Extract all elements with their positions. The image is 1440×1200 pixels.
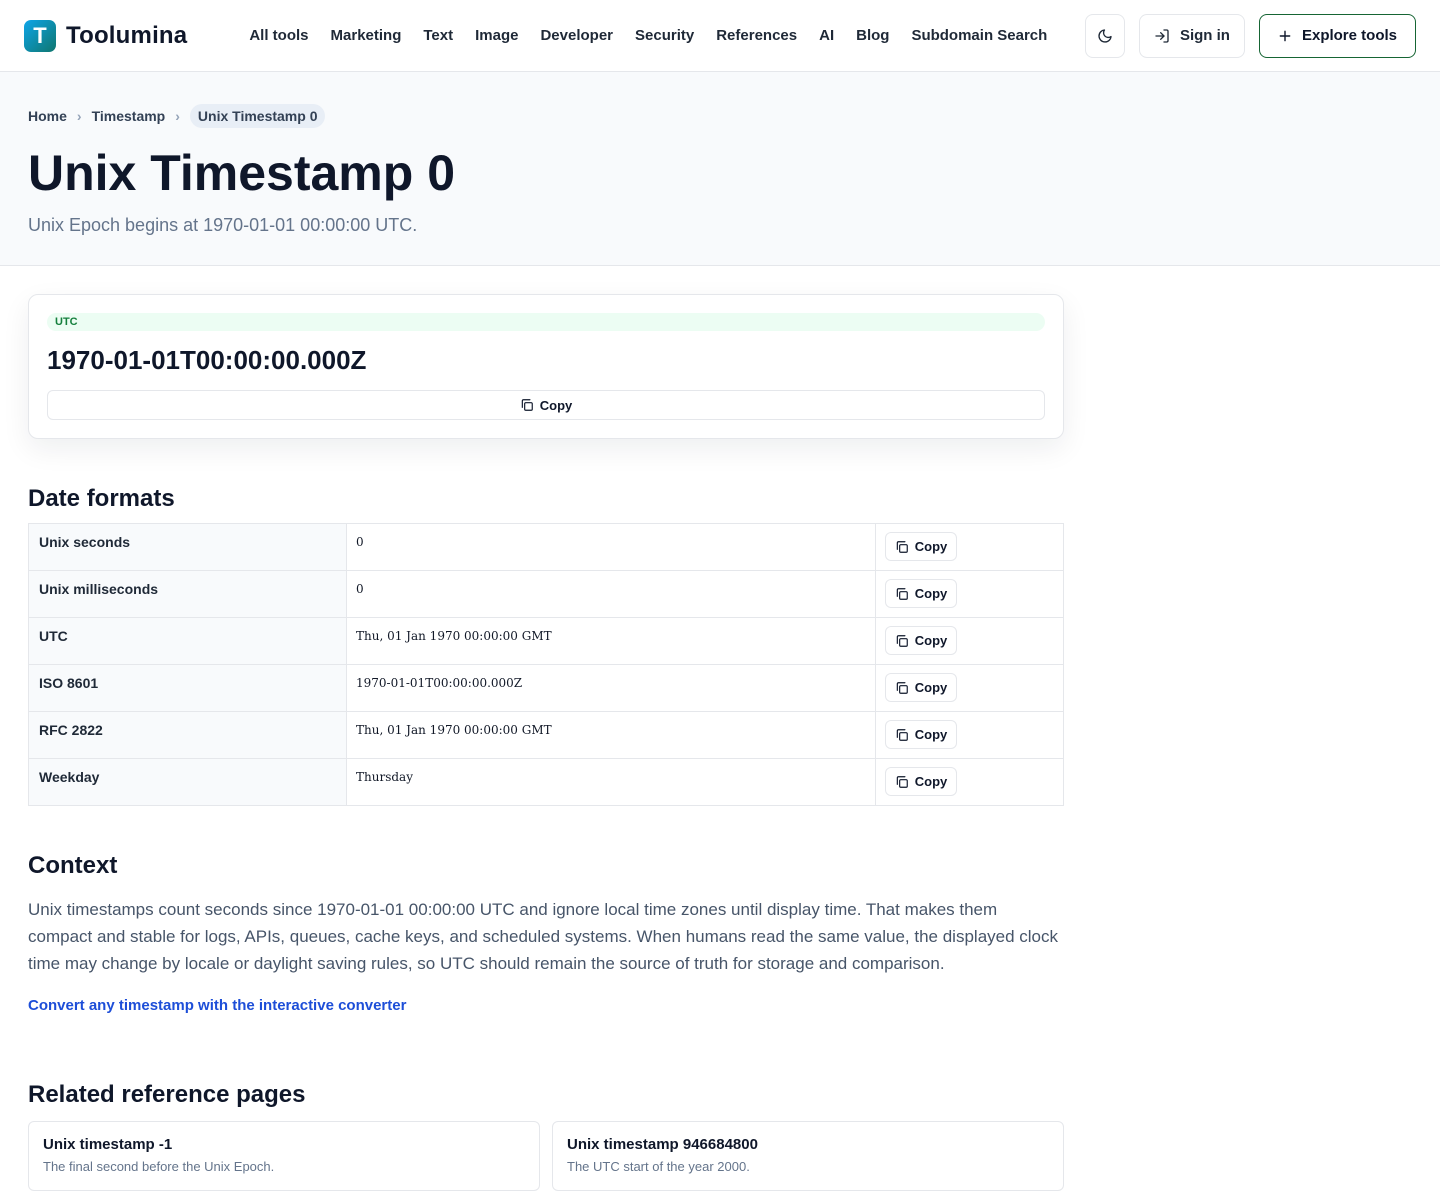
copy-label: Copy: [914, 586, 948, 601]
explore-tools-label: Explore tools: [1301, 27, 1397, 44]
main-content: UTC 1970-01-01T00:00:00.000Z Copy Date f…: [0, 266, 1092, 1191]
copy-label: Copy: [914, 774, 948, 789]
related-card-title: Unix timestamp 946684800: [567, 1136, 758, 1153]
copy-label: Copy: [539, 397, 573, 413]
nav-all-tools[interactable]: All tools: [249, 27, 308, 44]
nav-subdomain-search[interactable]: Subdomain Search: [911, 27, 1047, 44]
breadcrumb-home[interactable]: Home: [28, 108, 67, 124]
format-label: Unix milliseconds: [28, 570, 347, 618]
table-row: Unix milliseconds 0 Copy: [28, 570, 1064, 618]
format-label: UTC: [28, 617, 347, 665]
nav-image[interactable]: Image: [475, 27, 518, 44]
breadcrumb-current: Unix Timestamp 0: [189, 104, 326, 128]
brand[interactable]: T Toolumina: [24, 19, 188, 52]
format-label: ISO 8601: [28, 664, 347, 712]
copy-unix-milliseconds-button[interactable]: Copy: [885, 579, 957, 608]
sign-in-button[interactable]: Sign in: [1138, 13, 1245, 58]
copy-icon: [895, 728, 909, 742]
copy-unix-seconds-button[interactable]: Copy: [885, 532, 957, 561]
date-formats-title: Date formats: [28, 485, 175, 512]
format-label: Unix seconds: [28, 523, 347, 571]
copy-icon: [895, 775, 909, 789]
related-card[interactable]: Unix timestamp 946684800 The UTC start o…: [552, 1121, 1064, 1191]
nav-blog[interactable]: Blog: [856, 27, 889, 44]
copy-iso-8601-button[interactable]: Copy: [885, 673, 957, 702]
copy-rfc-2822-button[interactable]: Copy: [885, 720, 957, 749]
chevron-right-icon: ›: [175, 108, 180, 124]
copy-icon: [895, 634, 909, 648]
nav-security[interactable]: Security: [635, 27, 694, 44]
utc-value: 1970-01-01T00:00:00.000Z: [47, 345, 367, 375]
main-nav: All tools Marketing Text Image Developer…: [249, 27, 1047, 44]
copy-weekday-button[interactable]: Copy: [885, 767, 957, 796]
table-row: ISO 8601 1970-01-01T00:00:00.000Z Copy: [28, 664, 1064, 712]
context-title: Context: [28, 852, 118, 879]
brand-name: Toolumina: [66, 21, 188, 49]
nav-references[interactable]: References: [716, 27, 797, 44]
format-value: 1970-01-01T00:00:00.000Z: [346, 664, 876, 712]
sign-in-label: Sign in: [1179, 27, 1230, 44]
table-row: Weekday Thursday Copy: [28, 758, 1064, 806]
page-title: Unix Timestamp 0: [28, 145, 456, 201]
nav-marketing[interactable]: Marketing: [331, 27, 402, 44]
format-label: RFC 2822: [28, 711, 347, 759]
utc-badge: UTC: [47, 313, 1045, 331]
nav-text[interactable]: Text: [423, 27, 453, 44]
utc-card: UTC 1970-01-01T00:00:00.000Z Copy: [28, 294, 1064, 439]
site-header: T Toolumina All tools Marketing Text Ima…: [0, 0, 1440, 72]
format-value: Thu, 01 Jan 1970 00:00:00 GMT: [346, 711, 876, 759]
format-value: 0: [346, 570, 876, 618]
sign-in-icon: [1154, 28, 1170, 44]
format-value: 0: [346, 523, 876, 571]
theme-toggle-button[interactable]: [1084, 13, 1125, 58]
copy-utc-button[interactable]: Copy: [47, 390, 1045, 420]
copy-icon: [520, 398, 534, 412]
breadcrumb: Home › Timestamp › Unix Timestamp 0: [28, 104, 1412, 128]
copy-utc-format-button[interactable]: Copy: [885, 626, 957, 655]
context-text: Unix timestamps count seconds since 1970…: [28, 900, 1059, 973]
copy-label: Copy: [914, 727, 948, 742]
nav-developer[interactable]: Developer: [540, 27, 613, 44]
related-card-title: Unix timestamp -1: [43, 1136, 173, 1153]
page-hero: Home › Timestamp › Unix Timestamp 0 Unix…: [0, 72, 1440, 266]
page-subtitle: Unix Epoch begins at 1970-01-01 00:00:00…: [28, 215, 418, 235]
related-title: Related reference pages: [28, 1081, 306, 1108]
table-row: UTC Thu, 01 Jan 1970 00:00:00 GMT Copy: [28, 617, 1064, 665]
related-card-desc: The final second before the Unix Epoch.: [43, 1159, 275, 1174]
explore-tools-button[interactable]: Explore tools: [1258, 13, 1416, 58]
breadcrumb-timestamp[interactable]: Timestamp: [92, 108, 166, 124]
copy-icon: [895, 540, 909, 554]
table-row: Unix seconds 0 Copy: [28, 523, 1064, 571]
converter-link[interactable]: Convert any timestamp with the interacti…: [28, 997, 406, 1014]
related-grid: Unix timestamp -1 The final second befor…: [28, 1121, 1064, 1191]
related-card[interactable]: Unix timestamp -1 The final second befor…: [28, 1121, 540, 1191]
format-value: Thursday: [346, 758, 876, 806]
table-row: RFC 2822 Thu, 01 Jan 1970 00:00:00 GMT C…: [28, 711, 1064, 759]
copy-label: Copy: [914, 539, 948, 554]
copy-label: Copy: [914, 680, 948, 695]
chevron-right-icon: ›: [76, 108, 82, 124]
brand-logo: T: [24, 19, 56, 52]
related-card-desc: The UTC start of the year 2000.: [567, 1159, 750, 1174]
plus-icon: [1278, 29, 1292, 43]
format-value: Thu, 01 Jan 1970 00:00:00 GMT: [346, 617, 876, 665]
nav-ai[interactable]: AI: [819, 27, 834, 44]
copy-label: Copy: [914, 633, 948, 648]
moon-icon: [1097, 28, 1113, 44]
date-formats-table: Unix seconds 0 Copy Unix milliseconds 0 …: [28, 523, 1064, 806]
header-actions: Sign in Explore tools: [1084, 13, 1416, 58]
format-label: Weekday: [28, 758, 347, 806]
copy-icon: [895, 587, 909, 601]
copy-icon: [895, 681, 909, 695]
